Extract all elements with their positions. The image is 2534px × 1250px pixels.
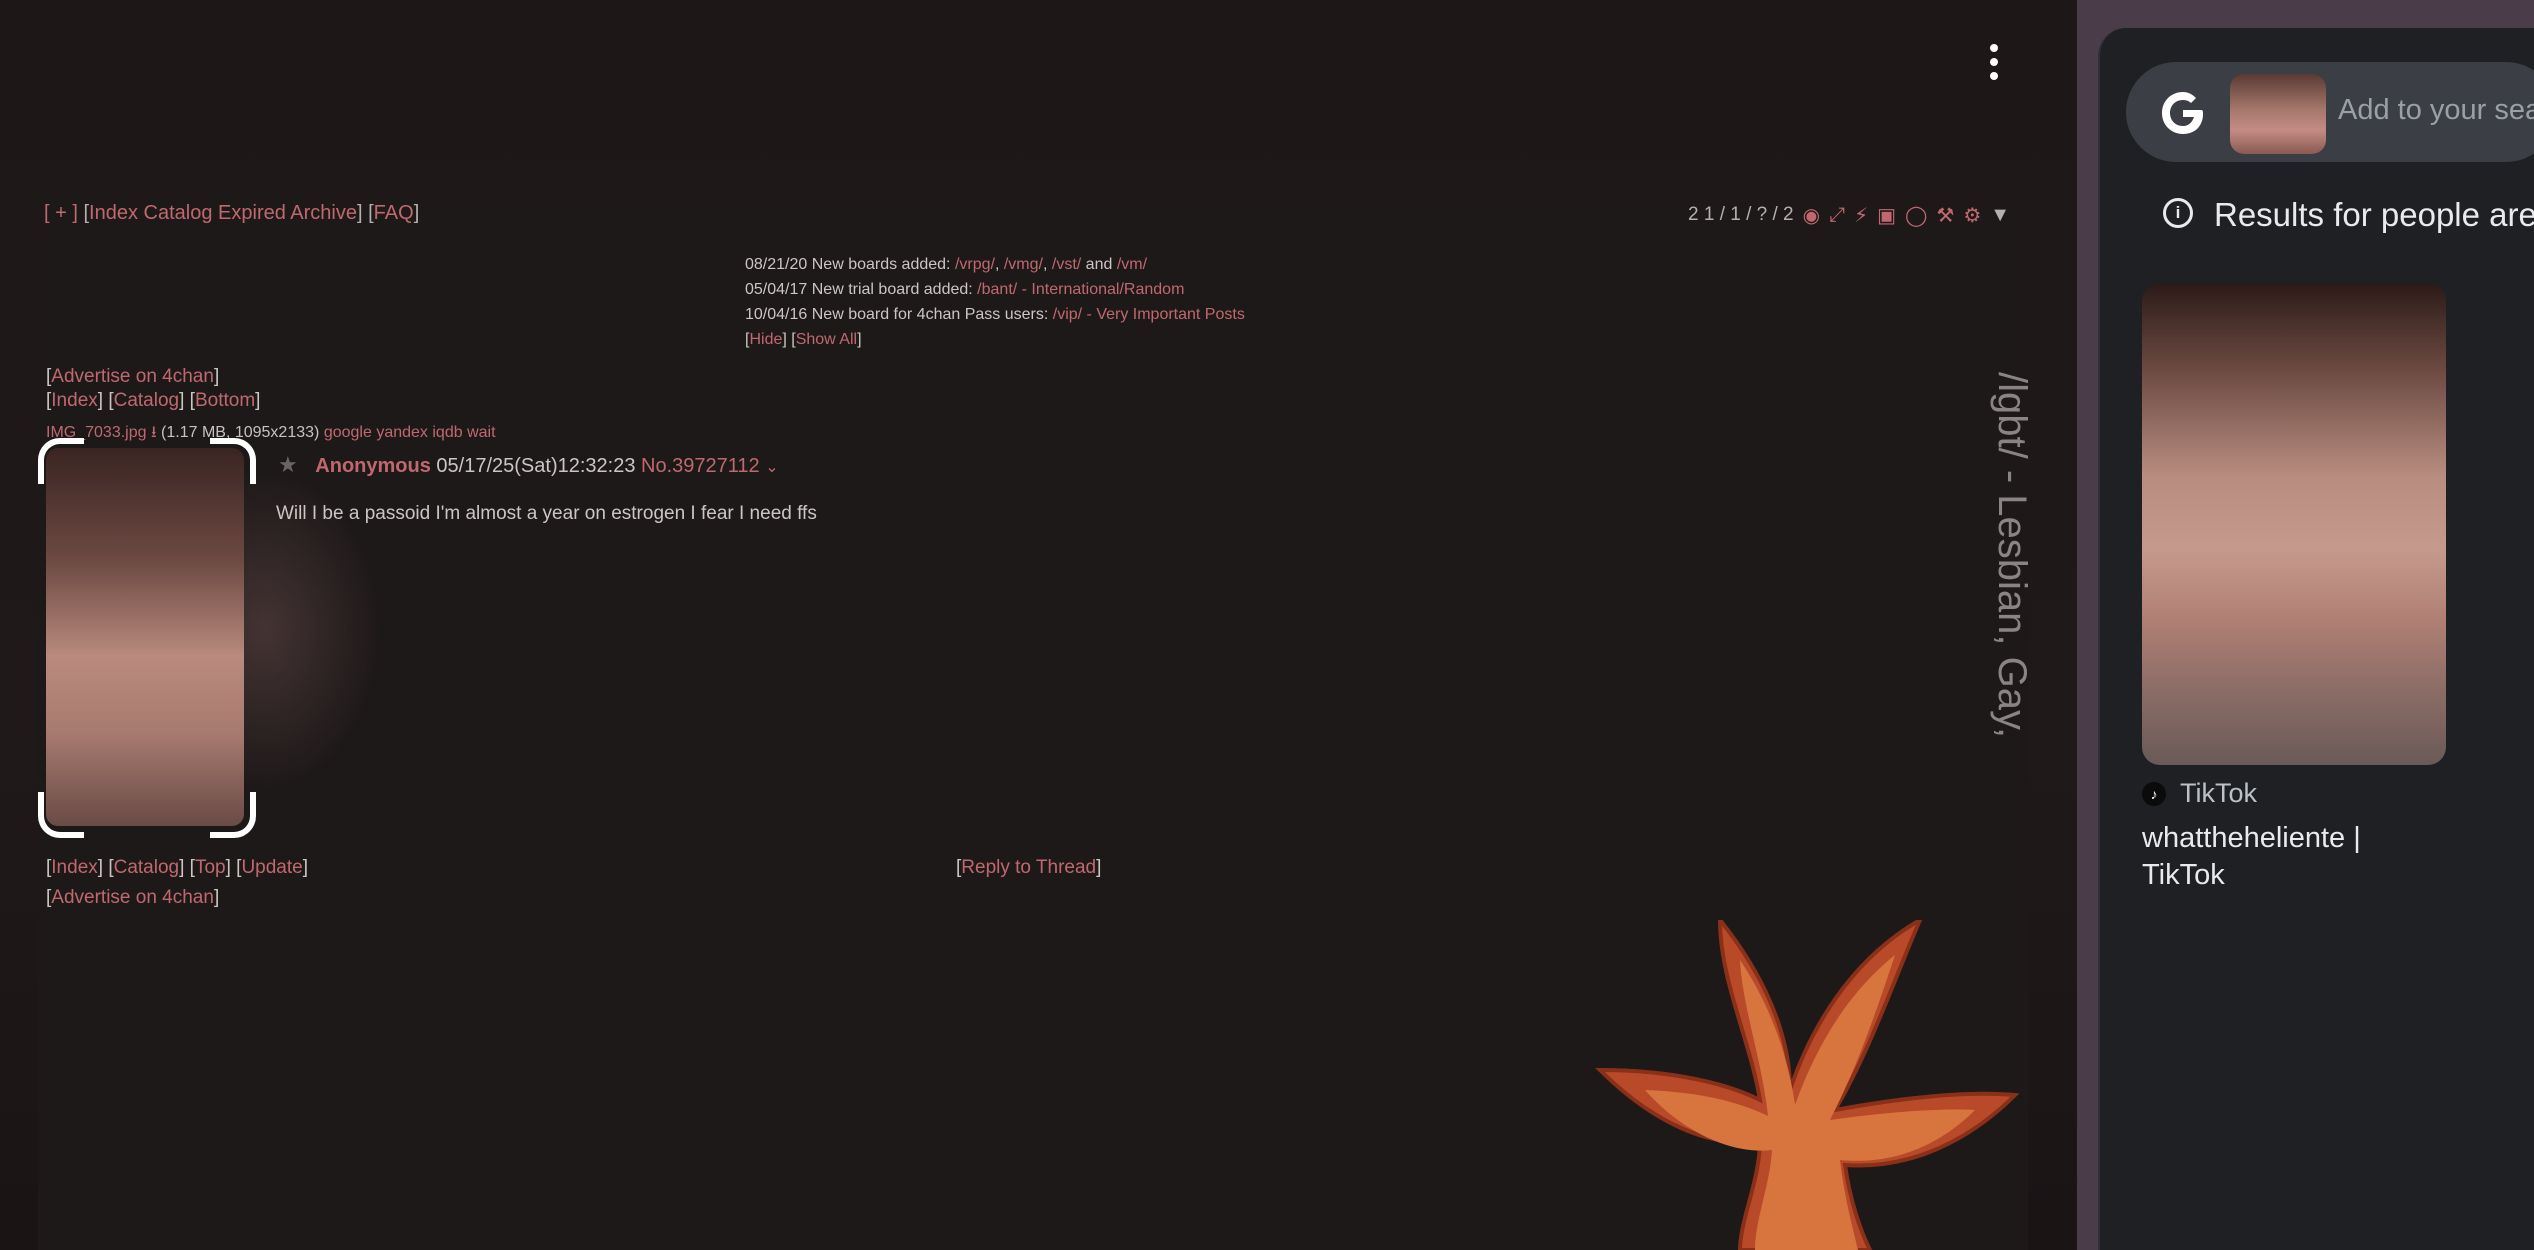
- download-icon[interactable]: ⭳: [151, 424, 157, 441]
- hide-news-link[interactable]: Hide: [749, 331, 782, 348]
- post-datetime: 05/17/25(Sat)12:32:23: [436, 455, 636, 477]
- search-input-placeholder[interactable]: Add to your sea: [2338, 94, 2534, 127]
- news-item: 05/04/17 New trial board added: /bant/ -…: [745, 281, 1185, 298]
- image-icon[interactable]: ▣: [1877, 203, 1896, 228]
- board-link[interactable]: /vip/ - Very Important Posts: [1053, 306, 1245, 323]
- iqdb-search-link[interactable]: iqdb: [432, 424, 462, 441]
- maple-leaf-decoration: [1595, 920, 2020, 1250]
- post-message: Will I be a passoid I'm almost a year on…: [276, 503, 817, 524]
- thread-nav-bottom: [Index] [Catalog] [Top] [Update]: [46, 857, 308, 878]
- result-source: ♪ TikTok: [2142, 778, 2257, 809]
- eye-icon[interactable]: ◉: [1803, 203, 1820, 228]
- news-item: 10/04/16 New board for 4chan Pass users:…: [745, 306, 1245, 323]
- lens-selection-corner[interactable]: [210, 792, 256, 838]
- post-thumbnail[interactable]: [46, 448, 244, 826]
- post-number-link[interactable]: No.39727112: [641, 455, 760, 477]
- board-link[interactable]: /vrpg/: [955, 256, 995, 273]
- advertise-link[interactable]: Advertise on 4chan: [51, 366, 214, 387]
- poster-name: Anonymous: [315, 455, 431, 477]
- lightning-icon[interactable]: ⚡︎: [1854, 203, 1868, 228]
- post-menu-chevron-icon[interactable]: ⌄: [765, 459, 778, 476]
- update-link[interactable]: Update: [241, 857, 302, 878]
- catalog-link[interactable]: Catalog: [114, 390, 180, 411]
- star-icon[interactable]: ★: [278, 452, 298, 477]
- board-link[interactable]: /vm/: [1117, 256, 1147, 273]
- post-header: ★ Anonymous 05/17/25(Sat)12:32:23 No.397…: [278, 452, 779, 478]
- speech-bubble-icon[interactable]: ◯: [1905, 203, 1927, 228]
- board-link[interactable]: /bant/ - International/Random: [977, 281, 1184, 298]
- thread-stats: 2 1 / 1 / ? / 2: [1688, 204, 1794, 225]
- board-nav: [ + ] [Index Catalog Expired Archive] [F…: [44, 202, 420, 224]
- reply-to-thread-link[interactable]: Reply to Thread: [961, 857, 1096, 878]
- show-all-news-link[interactable]: Show All: [796, 331, 857, 348]
- board-link[interactable]: /vmg/: [1004, 256, 1043, 273]
- expired-link[interactable]: Expired: [218, 202, 286, 224]
- yandex-search-link[interactable]: yandex: [376, 424, 428, 441]
- archive-link[interactable]: Archive: [290, 202, 357, 224]
- wait-link[interactable]: wait: [467, 424, 495, 441]
- news-item: 08/21/20 New boards added: /vrpg/, /vmg/…: [745, 256, 1148, 273]
- advertise-bottom: [Advertise on 4chan]: [46, 887, 220, 908]
- google-icon: [2162, 92, 2203, 134]
- index-link[interactable]: Index: [51, 390, 97, 411]
- gears-icon[interactable]: ⚙: [1963, 203, 1981, 228]
- advertise-top: [Advertise on 4chan]: [46, 366, 220, 387]
- reply-box: [Reply to Thread]: [956, 857, 1102, 878]
- result-image[interactable]: [2142, 283, 2446, 765]
- lens-selection-corner[interactable]: [210, 438, 256, 484]
- tiktok-icon: ♪: [2142, 781, 2166, 806]
- result-title-link[interactable]: whattheheliente | TikTok: [2142, 820, 2402, 894]
- advertise-link[interactable]: Advertise on 4chan: [51, 887, 214, 908]
- lens-selection-corner[interactable]: [38, 792, 84, 838]
- more-options-icon[interactable]: [1972, 36, 2016, 88]
- catalog-link[interactable]: Catalog: [144, 202, 213, 224]
- thread-nav-top: [Index] [Catalog] [Bottom]: [46, 390, 261, 411]
- lens-selection-corner[interactable]: [38, 438, 84, 484]
- dropdown-arrow-icon[interactable]: ▼: [1990, 204, 2010, 227]
- result-source-label: TikTok: [2180, 778, 2258, 808]
- board-toolbar: 2 1 / 1 / ? / 2 ◉ ⤢ ⚡︎ ▣ ◯ ⚒ ⚙ ▼: [1688, 202, 2010, 228]
- create-thread-link[interactable]: [ + ]: [44, 202, 78, 224]
- news-controls: [Hide] [Show All]: [745, 331, 862, 348]
- index-link[interactable]: Index: [89, 202, 138, 224]
- bottom-link[interactable]: Bottom: [195, 390, 255, 411]
- faq-link[interactable]: FAQ: [374, 202, 414, 224]
- google-search-link[interactable]: google: [324, 424, 372, 441]
- expand-icon[interactable]: ⤢: [1829, 204, 1845, 227]
- news-box: 08/21/20 New boards added: /vrpg/, /vmg/…: [745, 252, 1245, 352]
- wrench-icon[interactable]: ⚒: [1936, 203, 1954, 228]
- board-title-vertical: /lgbt/ - Lesbian, Gay,: [1990, 372, 2034, 739]
- catalog-link[interactable]: Catalog: [114, 857, 180, 878]
- board-link[interactable]: /vst/: [1052, 256, 1081, 273]
- index-link[interactable]: Index: [51, 857, 97, 878]
- top-link[interactable]: Top: [195, 857, 226, 878]
- file-info: IMG_7033.jpg ⭳ (1.17 MB, 1095x2133) goog…: [46, 421, 496, 448]
- results-heading: Results for people are: [2214, 196, 2534, 233]
- info-icon[interactable]: i: [2163, 198, 2193, 228]
- selected-image-thumbnail[interactable]: [2230, 74, 2326, 154]
